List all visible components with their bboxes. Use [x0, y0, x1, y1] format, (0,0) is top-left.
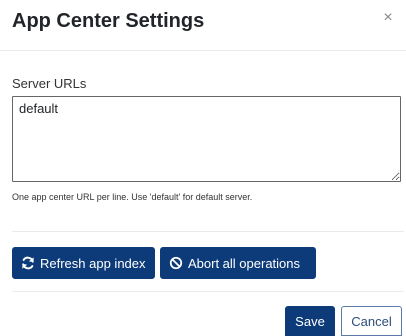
dialog-title: App Center Settings [12, 10, 205, 32]
save-button[interactable]: Save [285, 306, 335, 336]
footer-divider [12, 291, 404, 292]
server-urls-field[interactable]: default [12, 96, 401, 182]
server-urls-label: Server URLs [12, 76, 87, 91]
cancel-button[interactable]: Cancel [341, 306, 402, 336]
abort-all-operations-button[interactable]: Abort all operations [160, 247, 316, 279]
divider [12, 231, 404, 232]
refresh-app-index-button[interactable]: Refresh app index [12, 247, 155, 279]
abort-all-operations-label: Abort all operations [188, 255, 301, 271]
refresh-app-index-label: Refresh app index [40, 255, 146, 271]
refresh-icon [21, 256, 35, 270]
server-urls-help: One app center URL per line. Use 'defaul… [12, 192, 253, 202]
ban-icon [169, 256, 183, 270]
dialog-header: App Center Settings × [0, 0, 406, 51]
close-icon[interactable]: × [378, 8, 398, 28]
